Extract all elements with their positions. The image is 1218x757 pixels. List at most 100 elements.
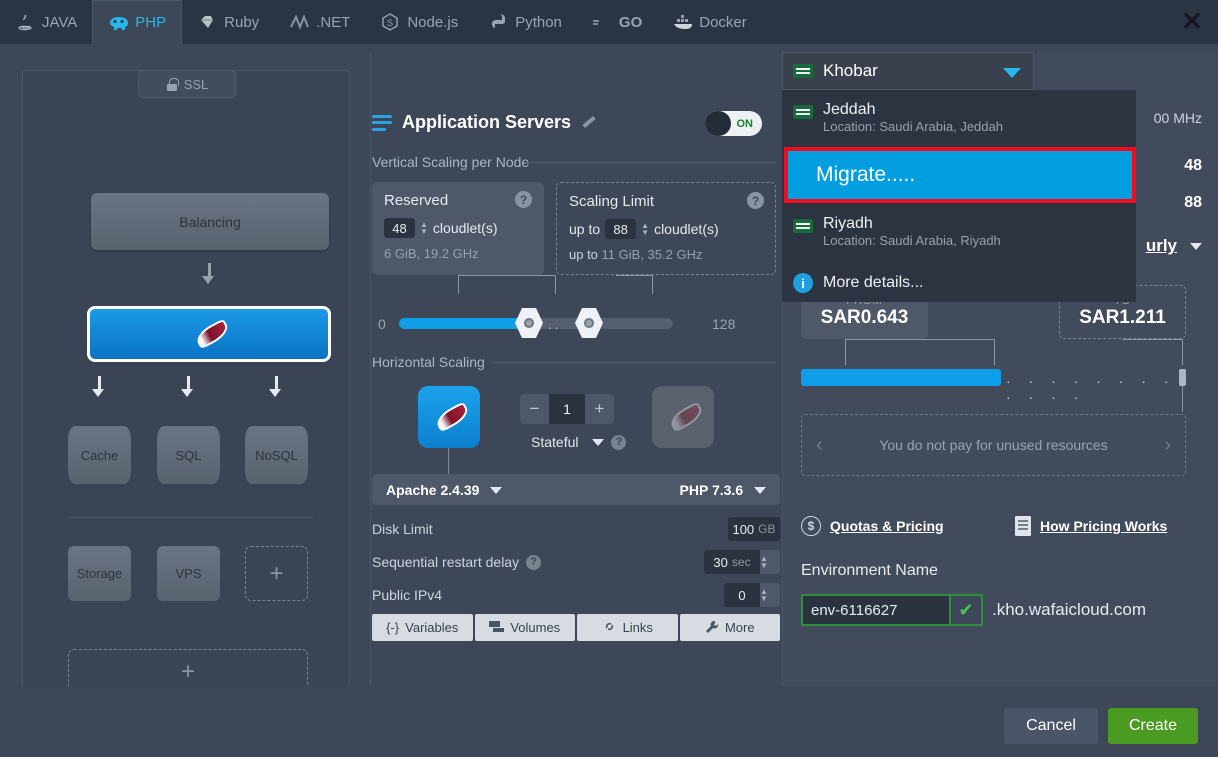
- environment-name-input[interactable]: [801, 594, 951, 626]
- scaling-limit-unit: cloudlet(s): [654, 221, 719, 237]
- node-nosql[interactable]: NoSQL: [245, 426, 308, 484]
- section-rule: [524, 162, 776, 163]
- reserved-help-icon[interactable]: ?: [515, 191, 532, 208]
- braces-icon: {-}: [386, 620, 400, 635]
- scaling-limit-detail-prefix: up to: [569, 247, 598, 262]
- variables-button[interactable]: {-} Variables: [372, 614, 473, 641]
- chevron-down-icon[interactable]: [754, 487, 766, 495]
- nodejs-icon: S: [380, 12, 400, 32]
- node-count-value[interactable]: 1: [549, 394, 585, 424]
- more-details-label: More details...: [823, 274, 924, 291]
- engine-select[interactable]: Apache 2.4.39: [386, 482, 503, 498]
- tab-label: GO: [618, 13, 643, 31]
- language-tab-bar: JAVA PHP Ruby .NET S Node.js Python GO D…: [0, 0, 1218, 44]
- limit-connector: [616, 275, 653, 294]
- public-ipv4-input[interactable]: 0: [724, 583, 760, 607]
- tab-label: JAVA: [42, 13, 78, 31]
- public-ipv4-stepper[interactable]: ▲ ▼: [760, 583, 780, 607]
- create-button[interactable]: Create: [1108, 708, 1198, 744]
- prev-tip-button[interactable]: ‹: [816, 434, 823, 457]
- disk-limit-input[interactable]: 100 GB: [728, 517, 780, 541]
- node-application-server[interactable]: [87, 306, 331, 362]
- price-to-value: SAR1.211: [1079, 307, 1166, 328]
- scaling-limit-title: Scaling Limit: [569, 193, 655, 210]
- tab-nodejs[interactable]: S Node.js: [365, 0, 473, 44]
- scaling-limit-help-icon[interactable]: ?: [747, 192, 764, 209]
- scaling-limit-prefix: up to: [569, 221, 601, 237]
- region-dropdown-button[interactable]: Khobar: [782, 52, 1034, 90]
- arrow-connector: [275, 376, 278, 389]
- slider-handle-reserved[interactable]: [515, 308, 543, 338]
- tab-java[interactable]: JAVA: [0, 0, 92, 44]
- reserved-connector: [458, 275, 556, 294]
- region-option-jeddah[interactable]: Jeddah Location: Saudi Arabia, Jeddah: [783, 95, 1137, 140]
- node-label: Storage: [76, 566, 123, 581]
- region-option-location: Location: Saudi Arabia, Riyadh: [823, 233, 1001, 248]
- migrate-option-highlighted[interactable]: Migrate.....: [784, 147, 1136, 203]
- restart-delay-input[interactable]: 30 sec: [704, 550, 760, 574]
- scaling-limit-stepper[interactable]: ▲ ▼: [641, 222, 649, 237]
- node-type-inactive-tile[interactable]: [652, 386, 714, 448]
- scaling-limit-cloudlets-input[interactable]: 88: [605, 219, 637, 239]
- volumes-button[interactable]: Volumes: [474, 614, 575, 641]
- chevron-down-icon[interactable]: [1003, 68, 1021, 78]
- topology-panel: Balancing Cache SQL NoSQL Storage VPS +: [22, 70, 350, 720]
- how-pricing-works-link[interactable]: How Pricing Works: [1015, 516, 1167, 536]
- runtime-label: PHP 7.3.6: [679, 481, 744, 498]
- tab-ruby[interactable]: Ruby: [182, 0, 274, 44]
- restart-delay-help-icon[interactable]: ?: [526, 554, 542, 570]
- more-details-option[interactable]: i More details...: [783, 267, 1137, 299]
- panel-header: Application Servers: [372, 112, 596, 133]
- reserved-cloudlets-input[interactable]: 48: [384, 218, 415, 238]
- chevron-down-icon[interactable]: [1190, 242, 1202, 250]
- increment-button[interactable]: +: [585, 394, 614, 424]
- chevron-down-icon[interactable]: [592, 438, 605, 446]
- tab-dotnet[interactable]: .NET: [274, 0, 365, 44]
- pencil-icon[interactable]: [581, 115, 596, 130]
- node-vps[interactable]: VPS: [157, 546, 220, 601]
- region-option-location: Location: Saudi Arabia, Jeddah: [823, 119, 1003, 134]
- ssl-toggle[interactable]: SSL: [138, 70, 236, 98]
- stateful-help-icon[interactable]: ?: [611, 434, 627, 450]
- reserved-card: Reserved 48 ▲ ▼ cloudlet(s) 6 GiB, 19.2 G…: [372, 182, 544, 275]
- more-button[interactable]: More: [679, 614, 780, 641]
- link-label: How Pricing Works: [1040, 518, 1168, 534]
- enable-toggle[interactable]: ON: [705, 111, 762, 136]
- close-icon[interactable]: ✕: [1176, 6, 1208, 38]
- node-label: Cache: [80, 447, 119, 463]
- region-option-riyadh[interactable]: Riyadh Location: Saudi Arabia, Riyadh: [783, 209, 1137, 254]
- cancel-button[interactable]: Cancel: [1004, 708, 1098, 744]
- price-range-fill: [801, 369, 1001, 386]
- slider-handle-limit[interactable]: [575, 308, 603, 338]
- add-node-button[interactable]: +: [245, 546, 308, 601]
- restart-delay-stepper[interactable]: ▲ ▼: [760, 550, 780, 574]
- page-title: Application Servers: [402, 112, 572, 132]
- billing-period-select[interactable]: urly: [1146, 236, 1202, 256]
- tab-go[interactable]: GO: [577, 0, 657, 44]
- billing-period-label: urly: [1145, 236, 1177, 255]
- cloudlet-slider[interactable]: 0 ·· 128: [372, 304, 780, 344]
- next-tip-button[interactable]: ›: [1164, 434, 1171, 457]
- saudi-flag-icon: [793, 64, 813, 78]
- node-cache[interactable]: Cache: [68, 426, 131, 484]
- decrement-button[interactable]: −: [520, 394, 549, 424]
- node-sql[interactable]: SQL: [157, 426, 220, 484]
- runtime-select[interactable]: PHP 7.3.6: [680, 482, 766, 498]
- tab-php[interactable]: PHP: [92, 0, 183, 44]
- tab-python[interactable]: Python: [473, 0, 577, 44]
- node-balancing[interactable]: Balancing: [91, 193, 329, 250]
- links-button[interactable]: Links: [577, 614, 678, 641]
- disk-limit-unit: GB: [758, 522, 776, 536]
- wrench-icon: [705, 620, 719, 636]
- reserved-unit: cloudlet(s): [432, 220, 498, 236]
- tab-docker[interactable]: Docker: [657, 0, 762, 44]
- quotas-pricing-link[interactable]: $ Quotas & Pricing: [801, 516, 944, 536]
- node-type-active-tile[interactable]: [418, 386, 480, 448]
- reserved-stepper[interactable]: ▲ ▼: [420, 221, 428, 236]
- node-storage[interactable]: Storage: [68, 546, 131, 601]
- environment-domain-suffix: .kho.wafaicloud.com: [992, 600, 1147, 619]
- chevron-down-icon[interactable]: [490, 487, 503, 495]
- price-range-bar: · · · · · · · · · · · ·: [801, 369, 1186, 405]
- docker-whale-icon: [672, 12, 693, 32]
- node-count-stepper[interactable]: − 1 +: [520, 394, 614, 424]
